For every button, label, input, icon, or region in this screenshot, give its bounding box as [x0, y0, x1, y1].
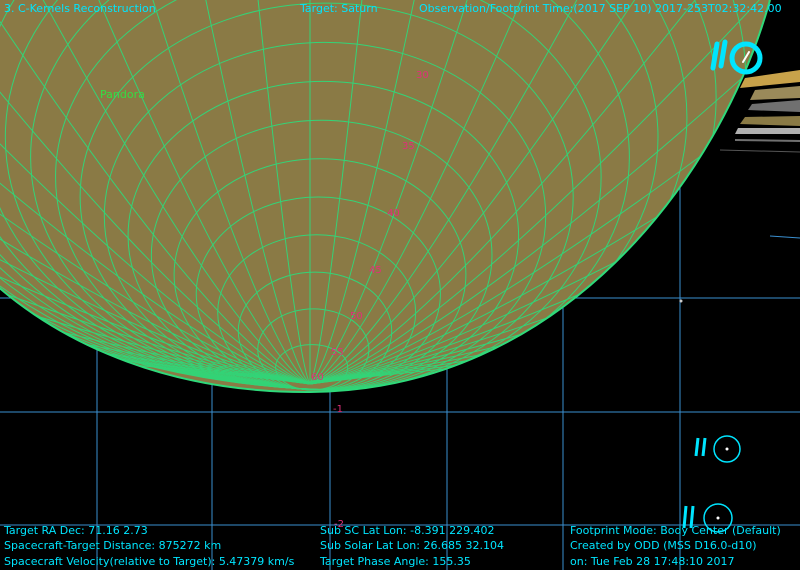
target-phase-angle: Target Phase Angle: 155.35 — [320, 555, 471, 568]
spacecraft-target-distance: Spacecraft-Target Distance: 875272 km — [4, 539, 222, 552]
observation-time: Observation/Footprint Time:(2017 SEP 10)… — [419, 2, 782, 15]
latitude-label-55: 55 — [331, 347, 344, 358]
latitude-label-45: 45 — [369, 265, 382, 276]
latitude-label-60: 60 — [311, 372, 324, 383]
spacecraft-velocity: Spacecraft Velocity(relative to Target):… — [4, 555, 295, 568]
grid-tick-label: -1 — [333, 404, 343, 415]
target-ra-dec: Target RA Dec: 71.16 2.73 — [4, 524, 148, 537]
created-by: Created by ODD (MSS D16.0-d10) — [570, 539, 757, 552]
visualization-window: 30 35 40 45 50 55 60 -1 -2 Pandora 3. C-… — [0, 0, 800, 570]
planet-footprint-view[interactable]: 30 35 40 45 50 55 60 -1 -2 Pandora — [0, 0, 800, 570]
latitude-label-30: 30 — [416, 70, 429, 81]
latitude-label-50: 50 — [350, 311, 363, 322]
target-name: Target: Saturn — [300, 2, 378, 15]
footprint-mode: Footprint Mode: Body Center (Default) — [570, 524, 781, 537]
window-title: 3. C-Kernels Reconstruction — [4, 2, 156, 15]
grid-tick-labels: -1 -2 — [333, 404, 344, 530]
sub-sc-lat-lon: Sub SC Lat Lon: -8.391 229.402 — [320, 524, 495, 537]
sun-marker-icon — [694, 435, 741, 463]
star-point — [679, 299, 683, 303]
moon-label-pandora[interactable]: Pandora — [100, 88, 145, 101]
latitude-label-35: 35 — [402, 141, 415, 152]
sub-solar-lat-lon: Sub Solar Lat Lon: 26.685 32.104 — [320, 539, 504, 552]
latitude-label-40: 40 — [387, 208, 400, 219]
creation-date: on: Tue Feb 28 17:48:10 2017 — [570, 555, 735, 568]
